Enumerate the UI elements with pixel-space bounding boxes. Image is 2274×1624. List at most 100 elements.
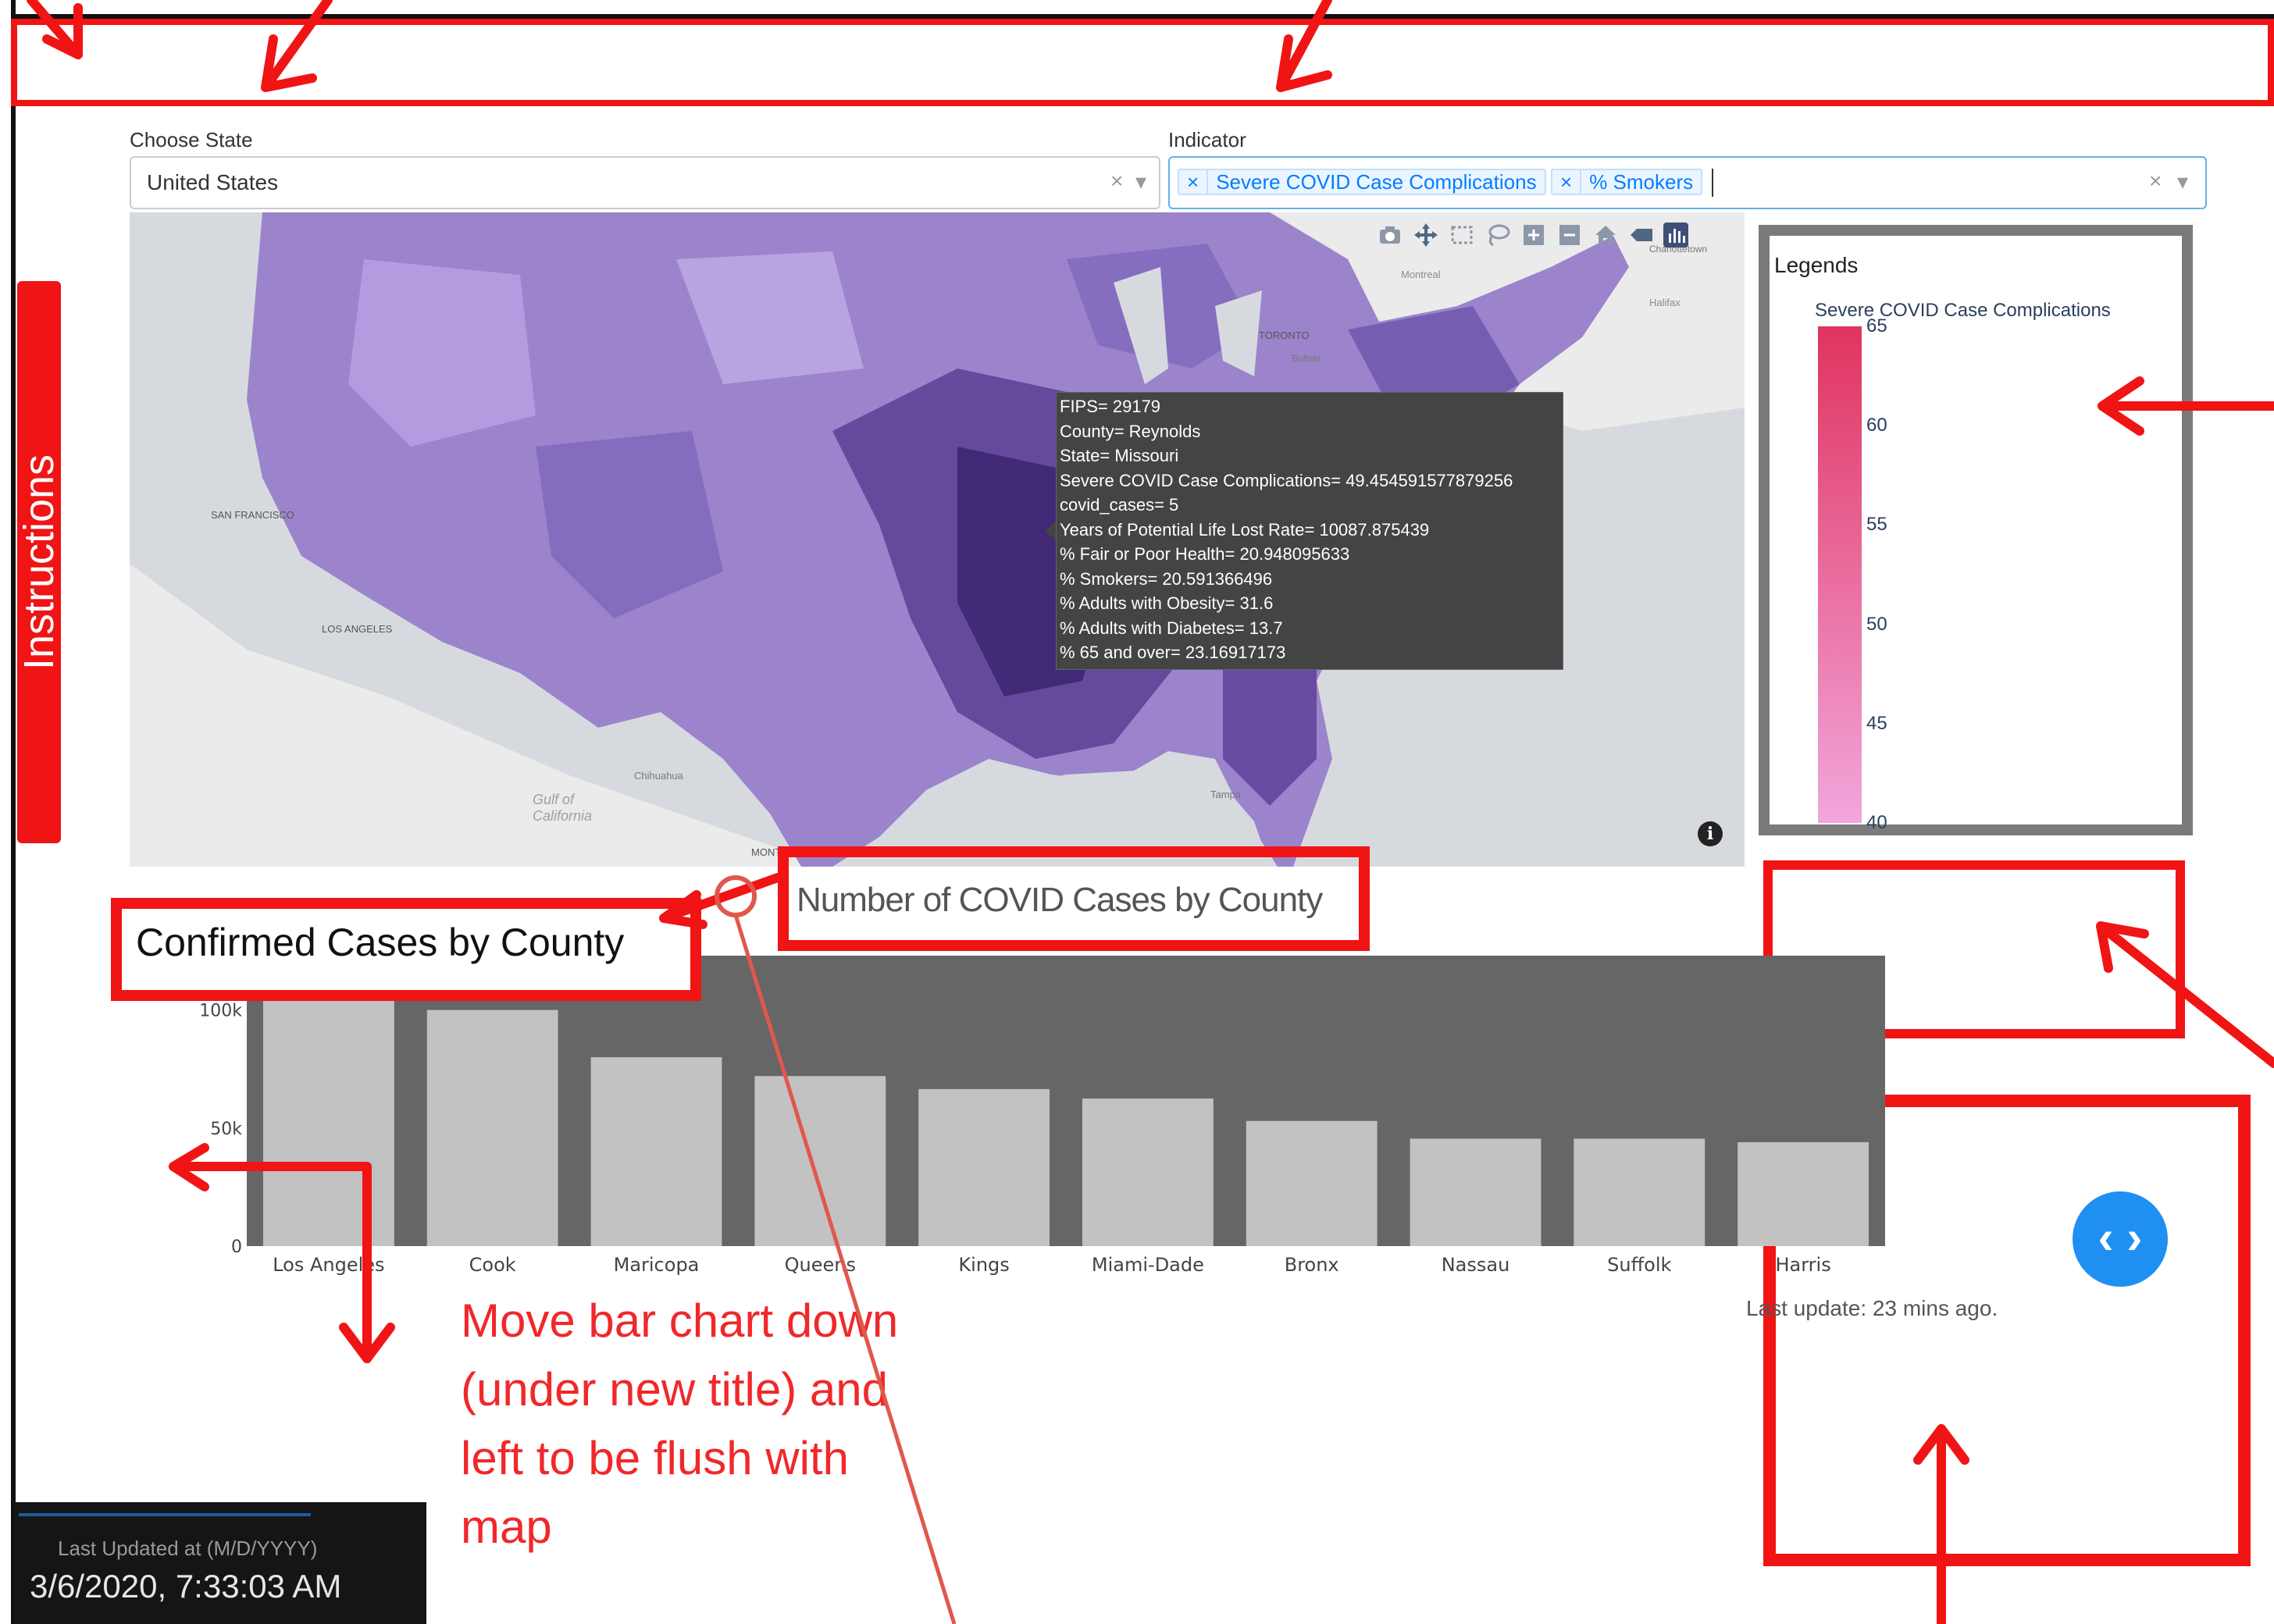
x-tick-label: Nassau	[1442, 1254, 1510, 1276]
annotation-line: map	[461, 1501, 552, 1553]
x-tick-label: Harris	[1775, 1254, 1830, 1276]
tooltip-line: % 65 and over= 23.16917173	[1060, 643, 1286, 662]
bar-suffolk[interactable]	[1574, 1138, 1706, 1246]
tooltip-line: % Fair or Poor Health= 20.948095633	[1060, 544, 1350, 564]
x-tick-label: Cook	[469, 1254, 516, 1276]
x-tick-label: Miami-Dade	[1092, 1254, 1204, 1276]
camera-icon[interactable]	[1376, 221, 1404, 249]
map-label: LOS ANGELES	[322, 623, 393, 635]
map-label: Gulf of California	[533, 792, 593, 824]
bar-cook[interactable]	[426, 1010, 558, 1246]
bar-harris[interactable]	[1738, 1141, 1869, 1246]
y-tick-label: 100k	[199, 1002, 242, 1021]
colorbar-tick-label: 45	[1866, 712, 1887, 734]
tag-label: % Smokers	[1589, 169, 1694, 194]
bar-maricopa[interactable]	[590, 1057, 722, 1246]
reset-icon[interactable]	[1627, 221, 1656, 249]
tooltip-line: Years of Potential Life Lost Rate= 10087…	[1060, 519, 1430, 540]
indicator-tag-smokers[interactable]: × % Smokers	[1551, 169, 1703, 195]
map-label: Montreal	[1401, 269, 1441, 280]
tooltip-line: % Adults with Obesity= 31.6	[1060, 593, 1274, 613]
state-clear-icon[interactable]: ×	[1110, 169, 1123, 194]
indicator-tag-severe[interactable]: × Severe COVID Case Complications	[1178, 169, 1546, 195]
stamp-tab-bar	[19, 1502, 311, 1516]
plotly-logo-icon[interactable]	[1663, 223, 1688, 248]
map-label: Chihuahua	[634, 770, 683, 782]
pan-icon[interactable]	[1412, 221, 1440, 249]
bar-miami-dade[interactable]	[1082, 1098, 1214, 1246]
y-tick-label: 0	[231, 1238, 242, 1257]
y-tick-label: 50k	[210, 1120, 242, 1139]
map-label: SAN FRANCISCO	[211, 509, 294, 521]
map-label: Halifax	[1649, 297, 1681, 308]
tooltip-line: State= Missouri	[1060, 446, 1179, 465]
map-label: TORONTO	[1259, 329, 1310, 341]
state-label: Choose State	[130, 128, 253, 151]
annotation-line: Move bar chart down	[461, 1295, 899, 1347]
colorbar-title: Severe COVID Case Complications	[1815, 300, 2111, 321]
state-dropdown[interactable]: United States × ▾	[130, 156, 1160, 209]
last-update-text: Last update: 23 mins ago.	[1746, 1296, 1998, 1320]
hover-tooltip: FIPS= 29179 County= Reynolds State= Miss…	[1056, 392, 1563, 670]
zoom-out-icon[interactable]	[1556, 221, 1584, 249]
connector-circle	[715, 875, 757, 917]
indicator-clear-icon[interactable]: ×	[2149, 169, 2162, 194]
code-toggle-button[interactable]: ‹ ›	[2073, 1191, 2168, 1287]
bar-kings[interactable]	[918, 1088, 1050, 1246]
choropleth-map[interactable]: Montreal Halifax TORONTO Buffalo SAN FRA…	[130, 212, 1745, 867]
tag-remove-icon[interactable]: ×	[1179, 170, 1209, 194]
tooltip-pointer	[1045, 522, 1056, 540]
header-placeholder-box	[11, 19, 2274, 106]
stamp-value: 3/6/2020, 7:33:03 AM	[30, 1568, 342, 1604]
lasso-icon[interactable]	[1484, 221, 1512, 249]
colorbar-tick-label: 50	[1866, 613, 1887, 635]
state-value: United States	[147, 170, 279, 194]
legend-panel: Legends Severe COVID Case Complications …	[1759, 225, 2193, 835]
left-edge-line	[11, 0, 16, 1624]
annotation-note: Move bar chart down (under new title) an…	[461, 1287, 898, 1562]
legend-heading: Legends	[1774, 253, 1859, 277]
indicator-label: Indicator	[1168, 128, 1246, 151]
x-tick-label: Suffolk	[1607, 1254, 1671, 1276]
tooltip-line: % Adults with Diabetes= 13.7	[1060, 618, 1283, 638]
indicator-multiselect[interactable]: × Severe COVID Case Complications × % Sm…	[1168, 156, 2207, 209]
home-icon[interactable]	[1591, 221, 1620, 249]
x-tick-label: Queens	[785, 1254, 856, 1276]
bar-nassau[interactable]	[1410, 1138, 1542, 1246]
map-label: Buffalo	[1292, 353, 1321, 364]
instructions-tab[interactable]: Instructions	[16, 281, 62, 843]
last-updated-stamp: Last Updated at (M/D/YYYY) 3/6/2020, 7:3…	[14, 1502, 426, 1624]
tag-label: Severe COVID Case Complications	[1216, 169, 1537, 194]
colorbar-tick-label: 65	[1866, 315, 1887, 337]
old-chart-title: Confirmed Cases by County	[136, 921, 625, 964]
new-chart-title: Number of COVID Cases by County	[797, 881, 1323, 919]
colorbar-tick-label: 55	[1866, 514, 1887, 536]
indicator-caret-icon[interactable]: ▾	[2177, 169, 2188, 194]
map-label: Tampa	[1210, 789, 1242, 800]
tooltip-line: % Smokers= 20.591366496	[1060, 568, 1273, 589]
tooltip-line: Severe COVID Case Complications= 49.4545…	[1060, 470, 1513, 490]
x-tick-label: Kings	[958, 1254, 1009, 1276]
colorbar	[1818, 326, 1862, 823]
x-tick-label: Bronx	[1285, 1254, 1339, 1276]
bar-queens[interactable]	[754, 1076, 886, 1246]
tag-remove-icon[interactable]: ×	[1552, 170, 1582, 194]
colorbar-tick-label: 40	[1866, 812, 1887, 833]
tooltip-line: FIPS= 29179	[1060, 397, 1161, 416]
arrow-move-down	[339, 1276, 395, 1363]
annotation-line: (under new title) and	[461, 1363, 888, 1416]
colorbar-tick-label: 60	[1866, 415, 1887, 436]
map-modebar	[1376, 220, 1735, 250]
state-caret-icon[interactable]: ▾	[1135, 169, 1146, 194]
info-icon[interactable]: i	[1698, 821, 1723, 846]
tooltip-line: County= Reynolds	[1060, 421, 1201, 441]
box-select-icon[interactable]	[1448, 221, 1476, 249]
x-tick-label: Los Angeles	[273, 1254, 384, 1276]
tooltip-line: covid_cases= 5	[1060, 495, 1179, 515]
bar-bronx[interactable]	[1246, 1120, 1378, 1246]
annotation-line: left to be flush with	[461, 1432, 849, 1484]
text-cursor	[1712, 169, 1713, 197]
zoom-in-icon[interactable]	[1520, 221, 1548, 249]
instructions-label: Instructions	[16, 454, 62, 671]
x-tick-label: Maricopa	[614, 1254, 700, 1276]
